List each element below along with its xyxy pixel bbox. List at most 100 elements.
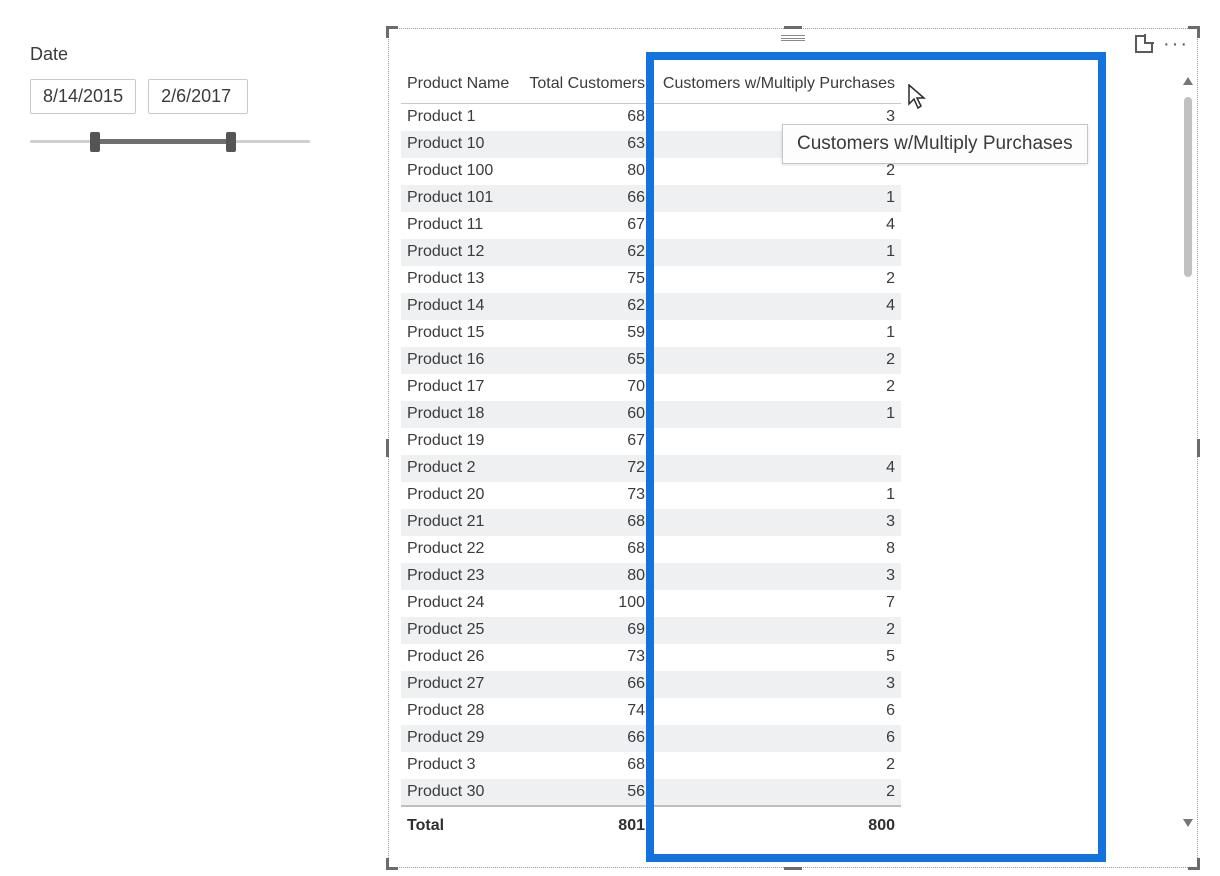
- cell-total-customers: 70: [521, 374, 651, 401]
- cell-multi-purchases: 1: [651, 239, 901, 266]
- table-row[interactable]: Product 23803: [401, 563, 901, 590]
- cell-total-customers: 67: [521, 428, 651, 455]
- data-table: Product Name Total Customers Customers w…: [401, 67, 901, 841]
- cell-total-customers: 75: [521, 266, 651, 293]
- cell-total-customers: 73: [521, 644, 651, 671]
- cell-product-name: Product 101: [401, 185, 521, 212]
- cell-multi-purchases: 2: [651, 752, 901, 779]
- table-row[interactable]: Product 21683: [401, 509, 901, 536]
- table-row[interactable]: Product 16652: [401, 347, 901, 374]
- date-slicer: Date 8/14/2015 2/6/2017: [30, 44, 330, 152]
- total-label: Total: [401, 806, 521, 841]
- cell-product-name: Product 11: [401, 212, 521, 239]
- cell-product-name: Product 18: [401, 401, 521, 428]
- resize-handle-tr[interactable]: [1188, 26, 1200, 38]
- table-header-row: Product Name Total Customers Customers w…: [401, 67, 901, 104]
- table-row[interactable]: Product 1967: [401, 428, 901, 455]
- cell-total-customers: 68: [521, 752, 651, 779]
- cell-total-customers: 65: [521, 347, 651, 374]
- resize-handle-left[interactable]: [386, 439, 389, 457]
- cell-multi-purchases: 3: [651, 563, 901, 590]
- cell-total-customers: 80: [521, 158, 651, 185]
- table-row[interactable]: Product 101661: [401, 185, 901, 212]
- cell-multi-purchases: 1: [651, 185, 901, 212]
- slider-thumb-left[interactable]: [90, 132, 100, 152]
- cell-total-customers: 62: [521, 293, 651, 320]
- cell-total-customers: 68: [521, 509, 651, 536]
- drag-grip-icon[interactable]: [781, 35, 805, 41]
- resize-handle-tl[interactable]: [386, 26, 398, 38]
- slider-thumb-right[interactable]: [226, 132, 236, 152]
- cell-product-name: Product 20: [401, 482, 521, 509]
- cell-total-customers: 59: [521, 320, 651, 347]
- cell-product-name: Product 24: [401, 590, 521, 617]
- scroll-down-icon[interactable]: [1183, 819, 1193, 827]
- table-row[interactable]: Product 28746: [401, 698, 901, 725]
- resize-handle-bottom[interactable]: [784, 867, 802, 870]
- resize-handle-right[interactable]: [1197, 439, 1200, 457]
- scroll-thumb[interactable]: [1184, 97, 1192, 277]
- cell-total-customers: 74: [521, 698, 651, 725]
- focus-mode-icon[interactable]: [1135, 35, 1153, 53]
- slider-selection: [94, 139, 228, 144]
- cell-product-name: Product 25: [401, 617, 521, 644]
- cell-total-customers: 80: [521, 563, 651, 590]
- table-row[interactable]: Product 20731: [401, 482, 901, 509]
- cell-total-customers: 67: [521, 212, 651, 239]
- resize-handle-br[interactable]: [1188, 858, 1200, 870]
- column-header-tooltip: Customers w/Multiply Purchases: [782, 124, 1088, 164]
- cell-total-customers: 72: [521, 455, 651, 482]
- table-row[interactable]: Product 17702: [401, 374, 901, 401]
- cell-product-name: Product 21: [401, 509, 521, 536]
- cell-product-name: Product 12: [401, 239, 521, 266]
- cell-total-customers: 66: [521, 725, 651, 752]
- table-row[interactable]: Product 12621: [401, 239, 901, 266]
- table-row[interactable]: Product 15591: [401, 320, 901, 347]
- cell-product-name: Product 29: [401, 725, 521, 752]
- table-row[interactable]: Product 27663: [401, 671, 901, 698]
- total-multi-value: 800: [651, 806, 901, 841]
- table-row[interactable]: Product 13752: [401, 266, 901, 293]
- cell-multi-purchases: 2: [651, 266, 901, 293]
- table-row[interactable]: Product 26735: [401, 644, 901, 671]
- cell-product-name: Product 19: [401, 428, 521, 455]
- table-row[interactable]: Product 11674: [401, 212, 901, 239]
- col-header-total-customers[interactable]: Total Customers: [521, 67, 651, 104]
- cell-multi-purchases: 4: [651, 455, 901, 482]
- cell-total-customers: 68: [521, 104, 651, 131]
- col-header-product-name[interactable]: Product Name: [401, 67, 521, 104]
- cell-product-name: Product 26: [401, 644, 521, 671]
- table-row[interactable]: Product 25692: [401, 617, 901, 644]
- cell-product-name: Product 16: [401, 347, 521, 374]
- scroll-up-icon[interactable]: [1183, 77, 1193, 85]
- resize-handle-bl[interactable]: [386, 858, 398, 870]
- cell-product-name: Product 14: [401, 293, 521, 320]
- date-range-slider[interactable]: [30, 130, 310, 152]
- table-row[interactable]: Product 18601: [401, 401, 901, 428]
- cell-total-customers: 68: [521, 536, 651, 563]
- cell-product-name: Product 100: [401, 158, 521, 185]
- cell-multi-purchases: 7: [651, 590, 901, 617]
- col-header-multi-purchases[interactable]: Customers w/Multiply Purchases: [651, 67, 901, 104]
- table-row[interactable]: Product 241007: [401, 590, 901, 617]
- table-row[interactable]: Product 2724: [401, 455, 901, 482]
- date-to-input[interactable]: 2/6/2017: [148, 79, 248, 114]
- date-from-input[interactable]: 8/14/2015: [30, 79, 136, 114]
- table-row[interactable]: Product 30562: [401, 779, 901, 806]
- cell-product-name: Product 23: [401, 563, 521, 590]
- more-options-icon[interactable]: ···: [1163, 35, 1189, 53]
- cell-multi-purchases: 1: [651, 482, 901, 509]
- resize-handle-top[interactable]: [784, 26, 802, 29]
- cell-multi-purchases: 4: [651, 212, 901, 239]
- table-row[interactable]: Product 14624: [401, 293, 901, 320]
- cell-total-customers: 100: [521, 590, 651, 617]
- cell-multi-purchases: 2: [651, 617, 901, 644]
- cell-total-customers: 66: [521, 671, 651, 698]
- cell-total-customers: 60: [521, 401, 651, 428]
- table-row[interactable]: Product 22688: [401, 536, 901, 563]
- cell-product-name: Product 13: [401, 266, 521, 293]
- table-row[interactable]: Product 29666: [401, 725, 901, 752]
- table-row[interactable]: Product 3682: [401, 752, 901, 779]
- vertical-scrollbar[interactable]: [1181, 77, 1195, 827]
- table-body: Product 1683Product 1063Product 100802Pr…: [401, 104, 901, 806]
